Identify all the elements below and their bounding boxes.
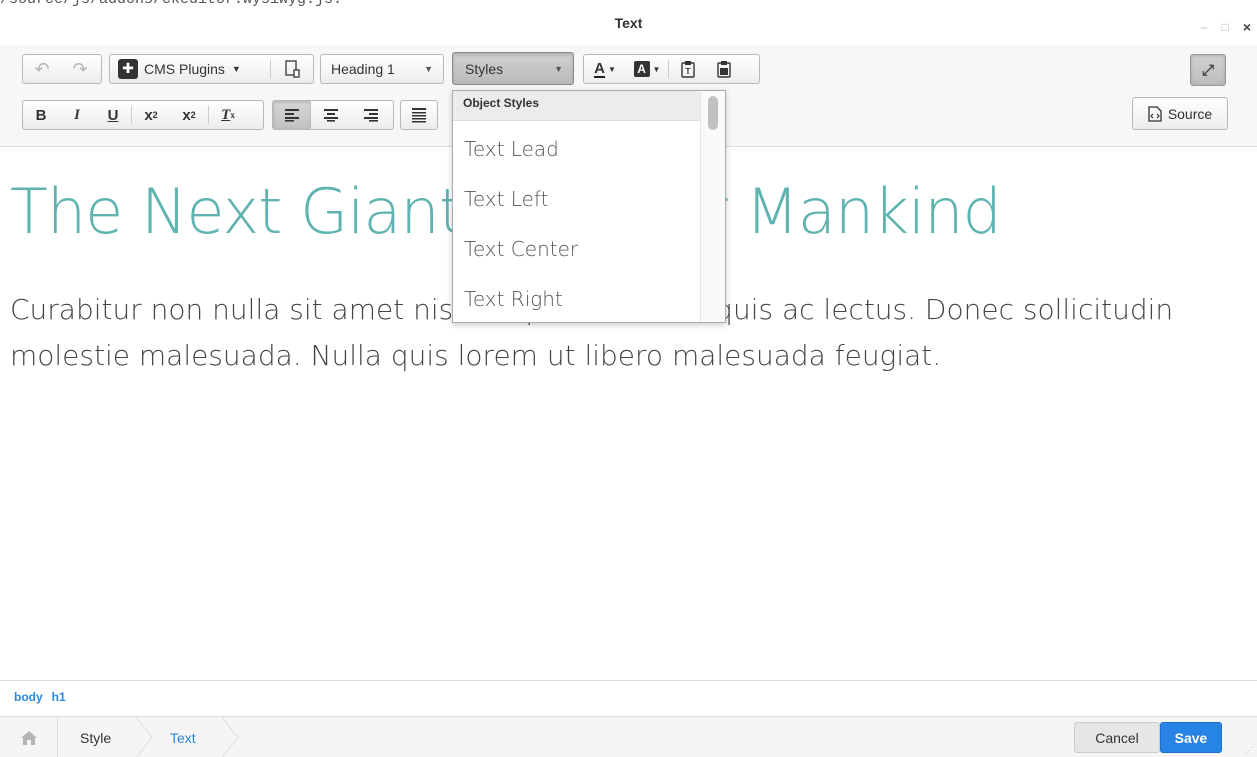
breadcrumb-separator (222, 717, 239, 757)
color-paste-group: A ▼ A ▼ T (583, 54, 760, 84)
chevron-down-icon: ▼ (231, 64, 241, 74)
styles-combo[interactable]: Styles ▼ (452, 52, 574, 85)
align-right-icon[interactable] (351, 101, 391, 129)
style-option-text-right[interactable]: Text Right (453, 271, 725, 321)
element-path: body h1 (0, 680, 1257, 716)
format-label: Heading 1 (331, 61, 395, 77)
dropdown-scroll-thumb[interactable] (708, 96, 718, 130)
snippet-icon[interactable] (271, 55, 313, 83)
window-controls: – □ × (1201, 19, 1251, 35)
undo-redo-group: ↶ ↷ (22, 54, 102, 84)
svg-text:T: T (686, 67, 691, 76)
source-icon (1148, 105, 1162, 122)
chevron-down-icon: ▼ (652, 64, 661, 74)
underline-button[interactable]: U (95, 101, 131, 129)
plugins-group: ✚ CMS Plugins ▼ (109, 54, 314, 84)
format-combo[interactable]: Heading 1 ▼ (320, 54, 444, 84)
close-icon[interactable]: × (1243, 19, 1251, 35)
source-button[interactable]: Source (1132, 97, 1228, 130)
chevron-down-icon: ▼ (554, 63, 563, 74)
styles-dropdown: Object Styles Text Lead Text Left Text C… (452, 90, 726, 323)
bg-color-button[interactable]: A ▼ (626, 55, 668, 83)
restore-icon[interactable]: □ (1222, 20, 1229, 34)
align-left-icon[interactable] (273, 101, 311, 129)
bold-button[interactable]: B (23, 101, 59, 129)
undo-icon[interactable]: ↶ (23, 55, 61, 83)
element-path-h1[interactable]: h1 (52, 690, 66, 707)
justify-group (400, 100, 438, 130)
chevron-down-icon: ▼ (424, 64, 433, 74)
source-label: Source (1167, 105, 1213, 122)
subscript-icon[interactable]: x2 (132, 101, 170, 129)
style-option-text-lead[interactable]: Text Lead (453, 121, 725, 171)
window-title: Text (614, 15, 643, 31)
dropdown-header: Object Styles (453, 91, 725, 121)
path-fragment: /source/js/addons/ckeditor.wysiwyg.js. (0, 0, 342, 9)
text-color-icon: A (594, 59, 605, 78)
bg-color-icon: A (633, 61, 650, 77)
justify-icon[interactable] (401, 101, 437, 129)
plugin-icon: ✚ (118, 59, 138, 79)
save-button[interactable]: Save (1160, 722, 1222, 753)
element-path-body[interactable]: body (14, 690, 43, 707)
align-center-icon[interactable] (311, 101, 351, 129)
cms-plugins-button[interactable]: ✚ CMS Plugins ▼ (110, 55, 270, 83)
superscript-icon[interactable]: x2 (170, 101, 208, 129)
resize-grip-icon[interactable]: ⋰ (1245, 745, 1255, 755)
cancel-button[interactable]: Cancel (1074, 722, 1160, 753)
minimize-icon[interactable]: – (1201, 20, 1208, 34)
redo-icon[interactable]: ↷ (61, 55, 99, 83)
cms-plugins-label: CMS Plugins (144, 61, 225, 77)
basic-styles-group: B I U x2 x2 Tx (22, 100, 264, 130)
breadcrumb-text[interactable]: Text (150, 717, 196, 757)
italic-button[interactable]: I (59, 101, 95, 129)
paste-word-icon[interactable] (707, 55, 741, 83)
bottom-bar: Style Text Cancel Save ⋰ (0, 716, 1257, 757)
style-option-text-left[interactable]: Text Left (453, 171, 725, 221)
align-group (272, 100, 394, 130)
window-titlebar: Text – □ × (0, 9, 1257, 45)
styles-label: Styles (465, 60, 504, 77)
text-color-button[interactable]: A ▼ (584, 55, 626, 83)
style-option-text-center[interactable]: Text Center (453, 221, 725, 271)
maximize-icon[interactable]: ⤢ (1190, 54, 1226, 86)
remove-format-icon[interactable]: Tx (209, 101, 247, 129)
paste-text-icon[interactable]: T (669, 55, 707, 83)
home-icon[interactable] (0, 717, 58, 757)
chevron-down-icon: ▼ (607, 64, 616, 74)
